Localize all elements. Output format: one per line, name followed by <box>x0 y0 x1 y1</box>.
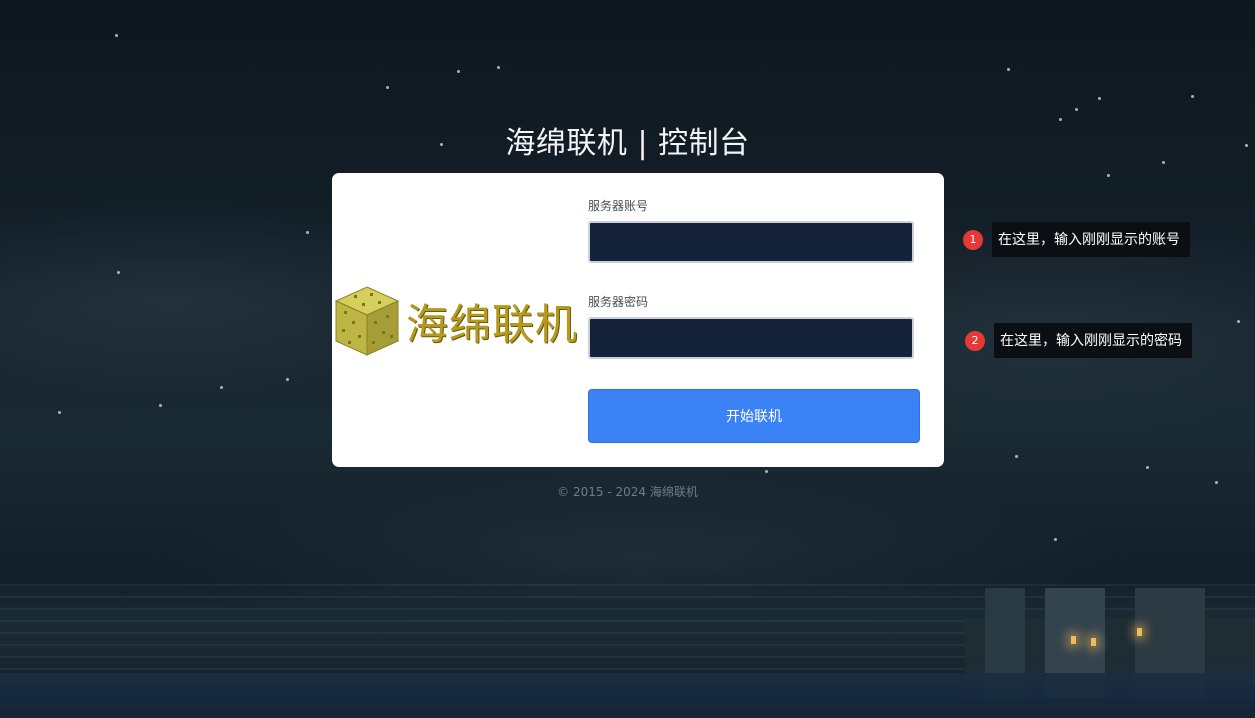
account-input[interactable] <box>588 221 914 263</box>
logo: 海绵联机 <box>334 285 586 357</box>
lamp-light <box>1137 628 1142 636</box>
lamp-light <box>1091 638 1096 646</box>
hint-password-text: 在这里，输入刚刚显示的密码 <box>994 323 1192 358</box>
logo-text: 海绵联机 <box>406 299 579 349</box>
start-connect-button[interactable]: 开始联机 <box>588 389 920 443</box>
lamp-light <box>1071 636 1076 644</box>
password-input[interactable] <box>588 317 914 359</box>
hint-number-badge: 2 <box>965 330 985 351</box>
hint-number-badge: 1 <box>963 229 983 250</box>
sponge-block-icon <box>334 286 400 356</box>
hint-account-text: 在这里，输入刚刚显示的账号 <box>992 222 1190 257</box>
account-label: 服务器账号 <box>588 199 649 213</box>
page-title: 海绵联机 | 控制台 <box>505 126 750 161</box>
hint-password: 2 在这里，输入刚刚显示的密码 <box>965 323 1192 358</box>
login-card: 海绵联机 服务器账号 服务器密码 开始联机 <box>332 173 944 467</box>
password-label: 服务器密码 <box>588 295 649 309</box>
copyright-footer: © 2015 - 2024 海绵联机 <box>557 485 698 499</box>
background-water <box>0 673 1255 718</box>
hint-account: 1 在这里，输入刚刚显示的账号 <box>963 222 1190 257</box>
